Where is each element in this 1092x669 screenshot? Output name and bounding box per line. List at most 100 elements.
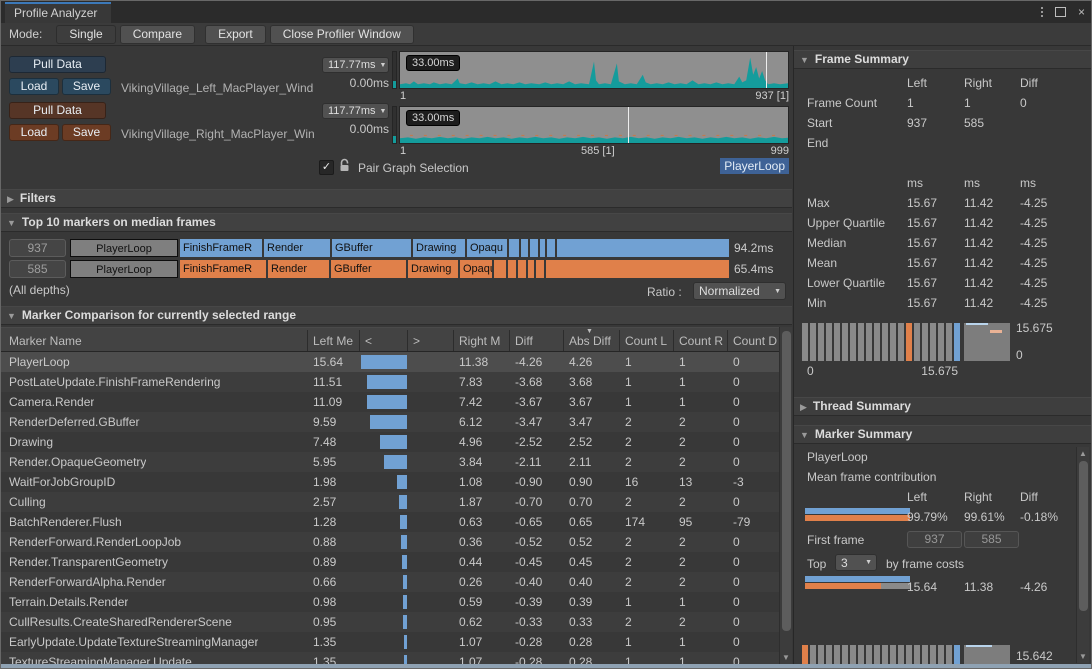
kebab-menu-icon[interactable] [1041,7,1043,17]
marker-segment[interactable] [540,239,545,257]
right-range-dropdown[interactable]: 117.77ms ▼ [322,103,389,119]
scroll-down-icon[interactable]: ▼ [780,653,792,662]
load-left-button[interactable]: Load [9,78,59,95]
table-scrollbar-thumb[interactable] [782,331,791,631]
column-divider[interactable] [307,330,308,351]
table-row[interactable]: CullResults.CreateSharedRendererScene0.9… [1,612,779,632]
thread-summary-header[interactable]: ▶Thread Summary [794,397,1092,416]
marker-segment[interactable] [536,260,544,278]
marker-segment[interactable] [547,239,555,257]
col-lt[interactable]: < [365,334,372,348]
left-graph-vslider[interactable] [392,51,397,89]
save-left-button[interactable]: Save [62,78,111,95]
marker-segment[interactable]: Render [264,239,330,257]
export-button[interactable]: Export [205,25,266,44]
marker-segment[interactable] [528,260,534,278]
col-abs-diff[interactable]: Abs Diff [569,334,611,348]
marker-segment[interactable] [521,239,528,257]
marker-segment[interactable] [494,260,506,278]
close-profiler-button[interactable]: Close Profiler Window [270,25,414,44]
selected-marker-tag[interactable]: PlayerLoop [720,158,789,174]
table-row[interactable]: Drawing7.484.96-2.522.52220 [1,432,779,452]
col-count-right[interactable]: Count R [679,334,723,348]
marker-segment[interactable] [546,260,729,278]
table-row[interactable]: WaitForJobGroupID1.981.08-0.900.901613-3 [1,472,779,492]
table-row[interactable]: EarlyUpdate.UpdateTextureStreamingManage… [1,632,779,652]
marker-segment[interactable]: Opaqu [467,239,507,257]
table-row[interactable]: BatchRenderer.Flush1.280.63-0.650.651749… [1,512,779,532]
column-divider[interactable] [509,330,510,351]
col-count-left[interactable]: Count L [625,334,667,348]
table-row[interactable]: PostLateUpdate.FinishFrameRendering11.51… [1,372,779,392]
table-row[interactable]: Camera.Render11.097.42-3.673.67110 [1,392,779,412]
maximize-icon[interactable] [1055,7,1066,17]
scroll-down-icon[interactable]: ▼ [1077,652,1089,661]
marker-segment[interactable] [530,239,538,257]
right-pane-scrollbar[interactable]: ▲ ▼ [1076,447,1089,663]
pair-graph-checkbox[interactable]: ✓ [319,160,334,175]
marker-segment[interactable] [508,260,516,278]
marker-segment[interactable]: Drawing [408,260,458,278]
frame-number-button[interactable]: 585 [9,260,66,278]
filters-header[interactable]: ▶Filters [1,189,792,208]
column-divider[interactable] [563,330,564,351]
table-row[interactable]: Render.OpaqueGeometry5.953.84-2.112.1122… [1,452,779,472]
column-divider[interactable] [407,330,408,351]
table-row[interactable]: RenderDeferred.GBuffer9.596.12-3.473.472… [1,412,779,432]
marker-segment[interactable]: FinishFrameR [180,239,262,257]
right-scrollbar-thumb[interactable] [1079,461,1088,611]
marker-segment[interactable]: PlayerLoop [70,239,178,257]
col-marker-name[interactable]: Marker Name [9,334,82,348]
column-divider[interactable] [619,330,620,351]
table-row[interactable]: PlayerLoop15.6411.38-4.264.26110 [1,352,779,372]
horizontal-scrollbar[interactable] [1,664,1092,669]
close-icon[interactable]: × [1078,6,1085,18]
table-row[interactable]: Terrain.Details.Render0.980.59-0.390.391… [1,592,779,612]
col-left-median[interactable]: Left Me [313,334,353,348]
mode-compare-button[interactable]: Compare [120,25,195,44]
column-divider[interactable] [673,330,674,351]
marker-segment[interactable] [557,239,729,257]
frame-number-button[interactable]: 937 [9,239,66,257]
col-gt[interactable]: > [413,334,420,348]
marker-segment[interactable] [509,239,519,257]
marker-segment[interactable] [518,260,526,278]
right-graph-vslider[interactable] [392,106,397,144]
pull-data-right-button[interactable]: Pull Data [9,102,106,119]
marker-segment[interactable]: Drawing [413,239,465,257]
table-row[interactable]: Render.TransparentGeometry0.890.44-0.450… [1,552,779,572]
marker-segment[interactable]: Render [268,260,329,278]
scroll-up-icon[interactable]: ▲ [1077,449,1089,458]
left-range-dropdown[interactable]: 117.77ms ▼ [322,57,389,73]
column-divider[interactable] [453,330,454,351]
marker-summary-header[interactable]: ▼Marker Summary [794,425,1092,444]
table-row[interactable]: Culling2.571.87-0.700.70220 [1,492,779,512]
save-right-button[interactable]: Save [62,124,111,141]
marker-segment[interactable]: PlayerLoop [70,260,178,278]
table-row[interactable]: RenderForwardAlpha.Render0.660.26-0.400.… [1,572,779,592]
marker-segment[interactable]: Opaqu [460,260,492,278]
top10-header[interactable]: ▼Top 10 markers on median frames [1,213,792,232]
table-row[interactable]: RenderForward.RenderLoopJob0.880.36-0.52… [1,532,779,552]
col-diff[interactable]: Diff [515,334,533,348]
col-count-diff[interactable]: Count D [733,334,777,348]
first-frame-left-button[interactable]: 937 [907,531,962,548]
first-frame-right-button[interactable]: 585 [964,531,1019,548]
mode-single-button[interactable]: Single [56,25,115,44]
frame-graph-right[interactable]: 33.00ms [399,106,789,144]
table-scrollbar[interactable]: ▼ [779,327,792,664]
marker-segment[interactable]: GBuffer [331,260,406,278]
table-row[interactable]: TextureStreamingManager.Update1.351.07-0… [1,652,779,664]
unlock-icon[interactable] [338,158,351,173]
top-n-dropdown[interactable]: 3 ▼ [835,554,877,571]
load-right-button[interactable]: Load [9,124,59,141]
marker-comparison-header[interactable]: ▼Marker Comparison for currently selecte… [1,306,792,325]
frame-graph-left[interactable]: 33.00ms [399,51,789,89]
marker-segment[interactable]: FinishFrameR [180,260,266,278]
marker-segment[interactable]: GBuffer [332,239,411,257]
ratio-dropdown[interactable]: Normalized ▼ [693,282,786,300]
pull-data-left-button[interactable]: Pull Data [9,56,106,73]
window-tab[interactable]: Profile Analyzer [5,2,111,23]
col-right-median[interactable]: Right M [459,334,500,348]
frame-summary-header[interactable]: ▼Frame Summary [794,50,1092,69]
